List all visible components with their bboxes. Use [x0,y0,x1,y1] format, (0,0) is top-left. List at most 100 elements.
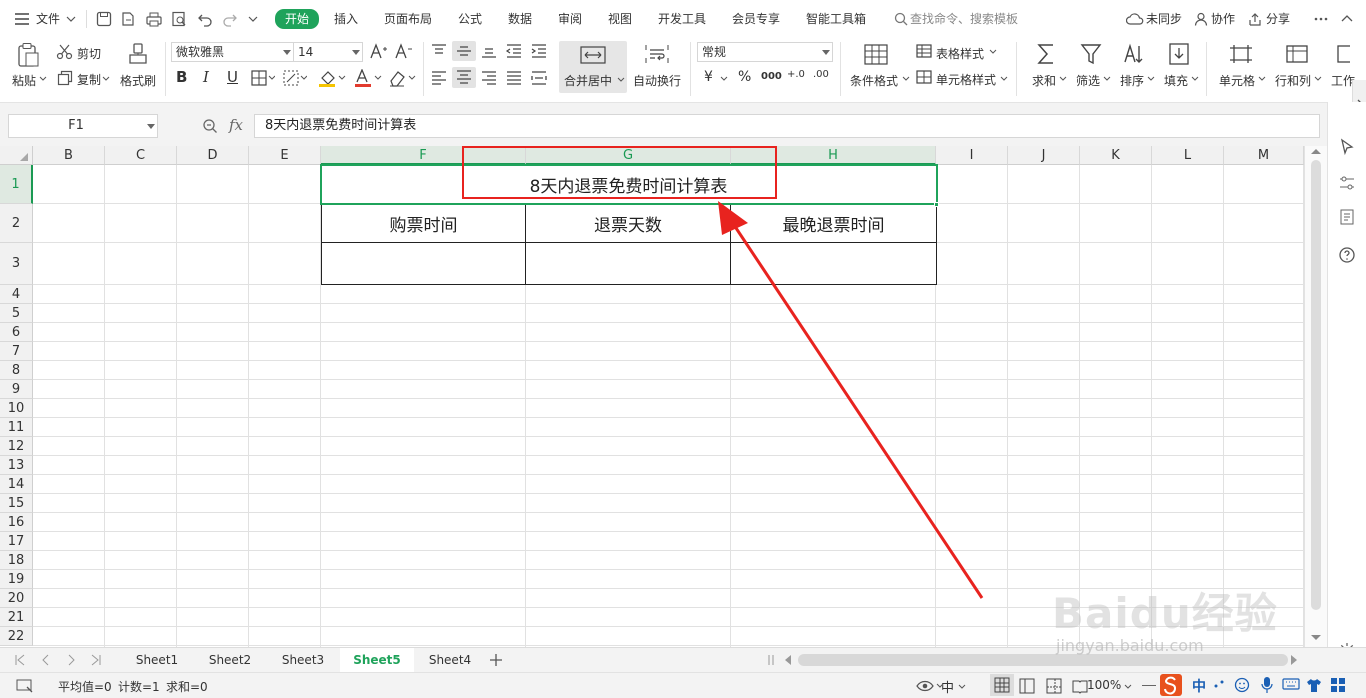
macro-record-icon[interactable] [16,678,34,694]
thousands-separator-button[interactable]: 000 [761,71,782,82]
row-header-1[interactable]: 1 [0,165,33,204]
keyboard-icon[interactable] [1282,677,1300,691]
select-all-corner[interactable] [0,146,33,165]
data-cell-purchase-time[interactable] [321,243,526,285]
zoom-formula-icon[interactable] [202,118,218,134]
row-header-13[interactable]: 13 [0,456,33,475]
row-header-10[interactable]: 10 [0,399,33,418]
tab-smart-tools[interactable]: 智能工具箱 [806,10,866,28]
number-format-select[interactable]: 常规 [697,42,833,62]
table-style-icon[interactable] [916,44,932,58]
share-button[interactable]: 分享 [1266,10,1290,28]
wrap-text-icon[interactable] [644,44,670,64]
sort-dropdown-icon[interactable] [1147,76,1155,82]
table-style-dropdown-icon[interactable] [989,49,997,55]
decrease-indent-icon[interactable] [505,43,523,59]
row-header-3[interactable]: 3 [0,243,33,285]
fill-button[interactable]: 填充 [1164,72,1188,89]
undo-icon[interactable] [197,11,213,27]
sheet-tab-sheet3[interactable]: Sheet3 [266,648,340,672]
cut-button[interactable]: 剪切 [77,45,101,62]
row-header-20[interactable]: 20 [0,589,33,608]
zoom-level[interactable]: 100% [1087,678,1121,692]
filter-button[interactable]: 筛选 [1076,72,1100,89]
more-options-icon[interactable] [1313,11,1329,27]
row-header-17[interactable]: 17 [0,532,33,551]
reading-view-icon[interactable] [1072,678,1088,694]
command-search-input[interactable]: 查找命令、搜索模板 [910,10,1018,28]
sort-button[interactable]: 排序 [1120,72,1144,89]
column-header-b[interactable]: B [33,146,105,165]
distributed-align-icon[interactable] [530,70,548,86]
border-icon[interactable] [251,70,275,86]
name-box[interactable]: F1 [8,114,158,138]
adjust-sliders-icon[interactable] [1338,174,1356,192]
tab-formula[interactable]: 公式 [458,10,482,28]
help-icon[interactable] [1338,246,1356,264]
spreadsheet-grid[interactable]: BCDEFGHIJKLM 1 2 3 4 5 6 7 8 9 10 11 12 13 14 15 16 17 18… [0,146,1304,647]
worksheet-icon[interactable] [1336,44,1350,64]
scroll-down-icon[interactable] [1311,634,1321,642]
copy-icon[interactable] [57,70,73,86]
row-header-21[interactable]: 21 [0,608,33,627]
page-break-view-icon[interactable] [1046,678,1062,694]
collaborate-button[interactable]: 协作 [1211,10,1235,28]
column-header-i[interactable]: I [936,146,1008,165]
tab-splitter-icon[interactable] [768,654,774,666]
conditional-format-dropdown-icon[interactable] [902,76,910,82]
cell-style-button[interactable]: 单元格样式 [936,71,996,88]
tab-member[interactable]: 会员专享 [732,10,780,28]
add-sheet-icon[interactable] [489,653,503,667]
tab-review[interactable]: 审阅 [558,10,582,28]
column-header-d[interactable]: D [177,146,249,165]
last-sheet-icon[interactable] [90,654,102,666]
normal-view-icon[interactable] [990,674,1014,696]
sheet-tab-sheet5[interactable]: Sheet5 [340,648,414,672]
clear-format-icon[interactable] [388,69,416,87]
font-name-dropdown-icon[interactable] [283,50,291,56]
tab-data[interactable]: 数据 [508,10,532,28]
name-box-dropdown-icon[interactable] [147,124,155,130]
hamburger-icon[interactable] [14,12,30,26]
fill-pattern-icon[interactable] [283,70,307,86]
align-left-icon[interactable] [430,70,448,86]
row-header-22[interactable]: 22 [0,627,33,646]
insert-function-button[interactable]: fx [229,116,243,134]
page-layout-view-icon[interactable] [1019,678,1035,694]
sheet-tab-sheet2[interactable]: Sheet2 [194,648,266,672]
wrap-text-button[interactable]: 自动换行 [633,72,681,89]
row-column-button[interactable]: 行和列 [1275,72,1311,89]
row-header-6[interactable]: 6 [0,323,33,342]
table-style-button[interactable]: 表格样式 [936,45,984,62]
scroll-left-icon[interactable] [784,655,792,665]
sync-status[interactable]: 未同步 [1146,10,1182,28]
first-sheet-icon[interactable] [14,654,26,666]
quick-access-dropdown-icon[interactable] [248,15,258,23]
sum-dropdown-icon[interactable] [1059,76,1067,82]
tab-developer[interactable]: 开发工具 [658,10,706,28]
fill-dropdown-icon[interactable] [1191,76,1199,82]
align-right-icon[interactable] [480,70,498,86]
font-size-dropdown-icon[interactable] [352,50,360,56]
properties-icon[interactable] [1338,208,1356,226]
copy-button[interactable]: 复制 [77,71,101,88]
row-header-4[interactable]: 4 [0,285,33,304]
italic-button[interactable]: I [203,68,209,86]
cell-dropdown-icon[interactable] [1258,76,1266,82]
increase-font-icon[interactable] [370,43,388,59]
align-top-icon[interactable] [430,43,448,59]
zoom-dropdown-icon[interactable] [1124,684,1132,690]
sheet-tab-sheet1[interactable]: Sheet1 [120,648,194,672]
eye-protection-icon[interactable] [916,678,942,694]
ime-mode-indicator[interactable]: 中 [941,677,954,696]
tab-insert[interactable]: 插入 [334,10,358,28]
cloud-sync-icon[interactable] [1126,12,1144,26]
vertical-scrollbar[interactable] [1304,146,1327,647]
copy-dropdown-icon[interactable] [102,76,110,82]
align-middle-icon[interactable] [452,41,476,61]
horizontal-scroll-thumb[interactable] [798,654,1288,666]
collaborate-icon[interactable] [1194,12,1208,26]
column-header-j[interactable]: J [1008,146,1080,165]
filter-icon[interactable] [1080,42,1102,66]
row-header-14[interactable]: 14 [0,475,33,494]
